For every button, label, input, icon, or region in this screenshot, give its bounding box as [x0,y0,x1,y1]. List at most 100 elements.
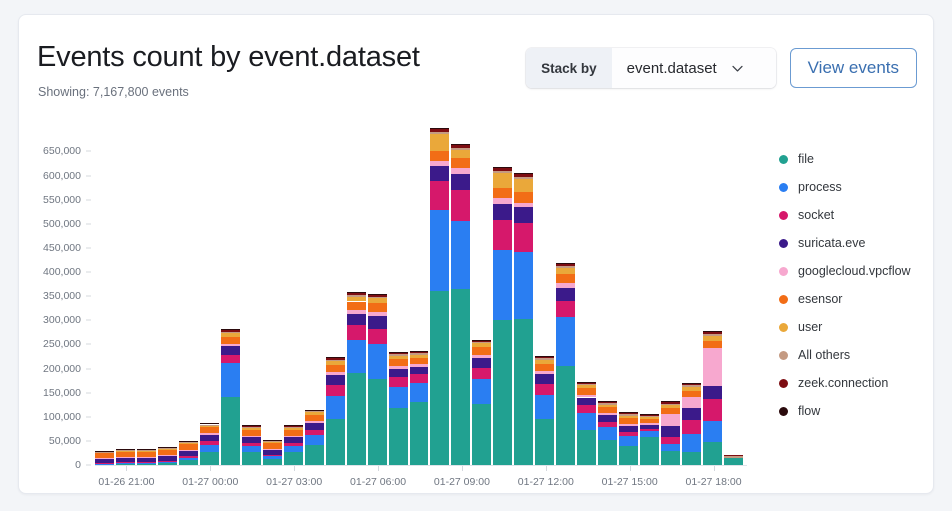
chart-bar-segment [535,374,554,384]
chart-bar[interactable] [619,412,638,465]
chart-bar[interactable] [95,451,114,465]
chart-bar[interactable] [682,383,701,465]
chart-bar-segment [326,360,345,361]
chart-bar[interactable] [263,440,282,465]
chart-bar-segment [368,303,387,312]
chart-bar-segment [451,289,470,465]
y-axis-tick-label: 0 [75,459,81,471]
chart-bar-segment [703,348,722,386]
chart-bar[interactable] [556,263,575,465]
chart-bar-segment [577,413,596,430]
x-axis-tick-label: 01-27 06:00 [350,476,406,488]
chart-bar-segment [661,451,680,465]
chart-bar-segment [389,354,408,355]
chart-bar-segment [116,451,135,452]
chart-bar[interactable] [493,167,512,465]
x-axis-tick-mark [546,466,547,471]
chart-bar[interactable] [284,425,303,465]
chart-bar-segment [158,462,177,463]
chart-bar[interactable] [410,351,429,465]
chart-bar[interactable] [221,329,240,465]
chart-bar-segment [242,425,261,426]
chart-bar-segment [389,359,408,366]
legend-item[interactable]: All others [779,341,929,369]
chart-bar-segment [535,419,554,465]
chart-bar[interactable] [116,449,135,465]
chart-bar[interactable] [598,401,617,465]
chart-bar[interactable] [703,331,722,465]
chart-bar[interactable] [347,292,366,465]
chart-bar-segment [410,355,429,358]
legend-item[interactable]: socket [779,201,929,229]
chart-bar-segment [116,452,135,457]
chart-bar-segment [619,432,638,436]
chart-bar-segment [389,377,408,387]
chart-bar-segment [556,317,575,365]
chart-bar[interactable] [158,447,177,465]
chart-bar[interactable] [430,128,449,465]
chart-bar[interactable] [577,382,596,465]
chart-bar[interactable] [535,356,554,465]
chart-bar-segment [598,407,617,413]
chart-bar[interactable] [200,423,219,465]
chart-bar-segment [619,436,638,446]
y-axis-tick-mark [86,199,91,200]
stack-by-control: Stack by event.dataset [526,48,776,88]
stack-by-select[interactable]: event.dataset [612,48,776,88]
chart-bar-segment [430,161,449,166]
chart-bar-segment [640,416,659,417]
chart-bar[interactable] [137,449,156,465]
chart-bar[interactable] [661,401,680,465]
chart-bar[interactable] [389,352,408,465]
chart-bar-segment [137,463,156,464]
chart-bar-segment [347,373,366,465]
legend-item[interactable]: suricata.eve [779,229,929,257]
legend-item-label: file [798,152,814,166]
legend-item[interactable]: process [779,173,929,201]
chart-bar-segment [368,344,387,379]
y-axis-tick-label: 550,000 [43,194,81,206]
chart-bar-segment [430,210,449,291]
chart-bar-segment [661,404,680,405]
chart-bar-segment [179,443,198,444]
chart-bar-segment [284,430,303,436]
chart-bar-segment [95,458,114,462]
y-axis-tick-mark [86,465,91,466]
chart-bar-segment [598,422,617,428]
chart-bar-segment [514,252,533,320]
chart-bar-segment [326,375,345,385]
legend-item[interactable]: zeek.connection [779,369,929,397]
legend-item[interactable]: user [779,313,929,341]
chart-bar-segment [284,452,303,465]
chart-bar[interactable] [724,455,743,465]
chart-bar-segment [472,342,491,343]
chart-bar-segment [493,168,512,171]
chart-bar[interactable] [326,357,345,465]
chart-bar-segment [200,433,219,434]
view-events-button[interactable]: View events [790,48,917,88]
legend-item[interactable]: file [779,145,929,173]
chart-bar[interactable] [179,441,198,465]
x-axis: 01-26 21:0001-27 00:0001-27 03:0001-27 0… [95,466,745,494]
legend-item[interactable]: googlecloud.vpcflow [779,257,929,285]
chart-bar[interactable] [514,173,533,465]
y-axis-tick-label: 450,000 [43,242,81,254]
chart-bar[interactable] [368,294,387,465]
chart-bar-segment [472,368,491,380]
chart-bar[interactable] [472,340,491,465]
chart-bar[interactable] [451,144,470,465]
chart-bar-segment [493,167,512,168]
chart-bar-segment [535,384,554,395]
y-axis-tick-label: 500,000 [43,218,81,230]
chart-bar[interactable] [640,414,659,465]
chart-bar-segment [640,437,659,465]
chart-bar-segment [430,128,449,129]
legend-item-label: esensor [798,292,842,306]
chart-bar[interactable] [242,425,261,465]
chart-bar-segment [451,148,470,150]
legend-item[interactable]: flow [779,397,929,425]
chart-bar-segment [347,340,366,374]
legend-item[interactable]: esensor [779,285,929,313]
chart-bar[interactable] [305,410,324,465]
chart-bar-segment [640,414,659,415]
